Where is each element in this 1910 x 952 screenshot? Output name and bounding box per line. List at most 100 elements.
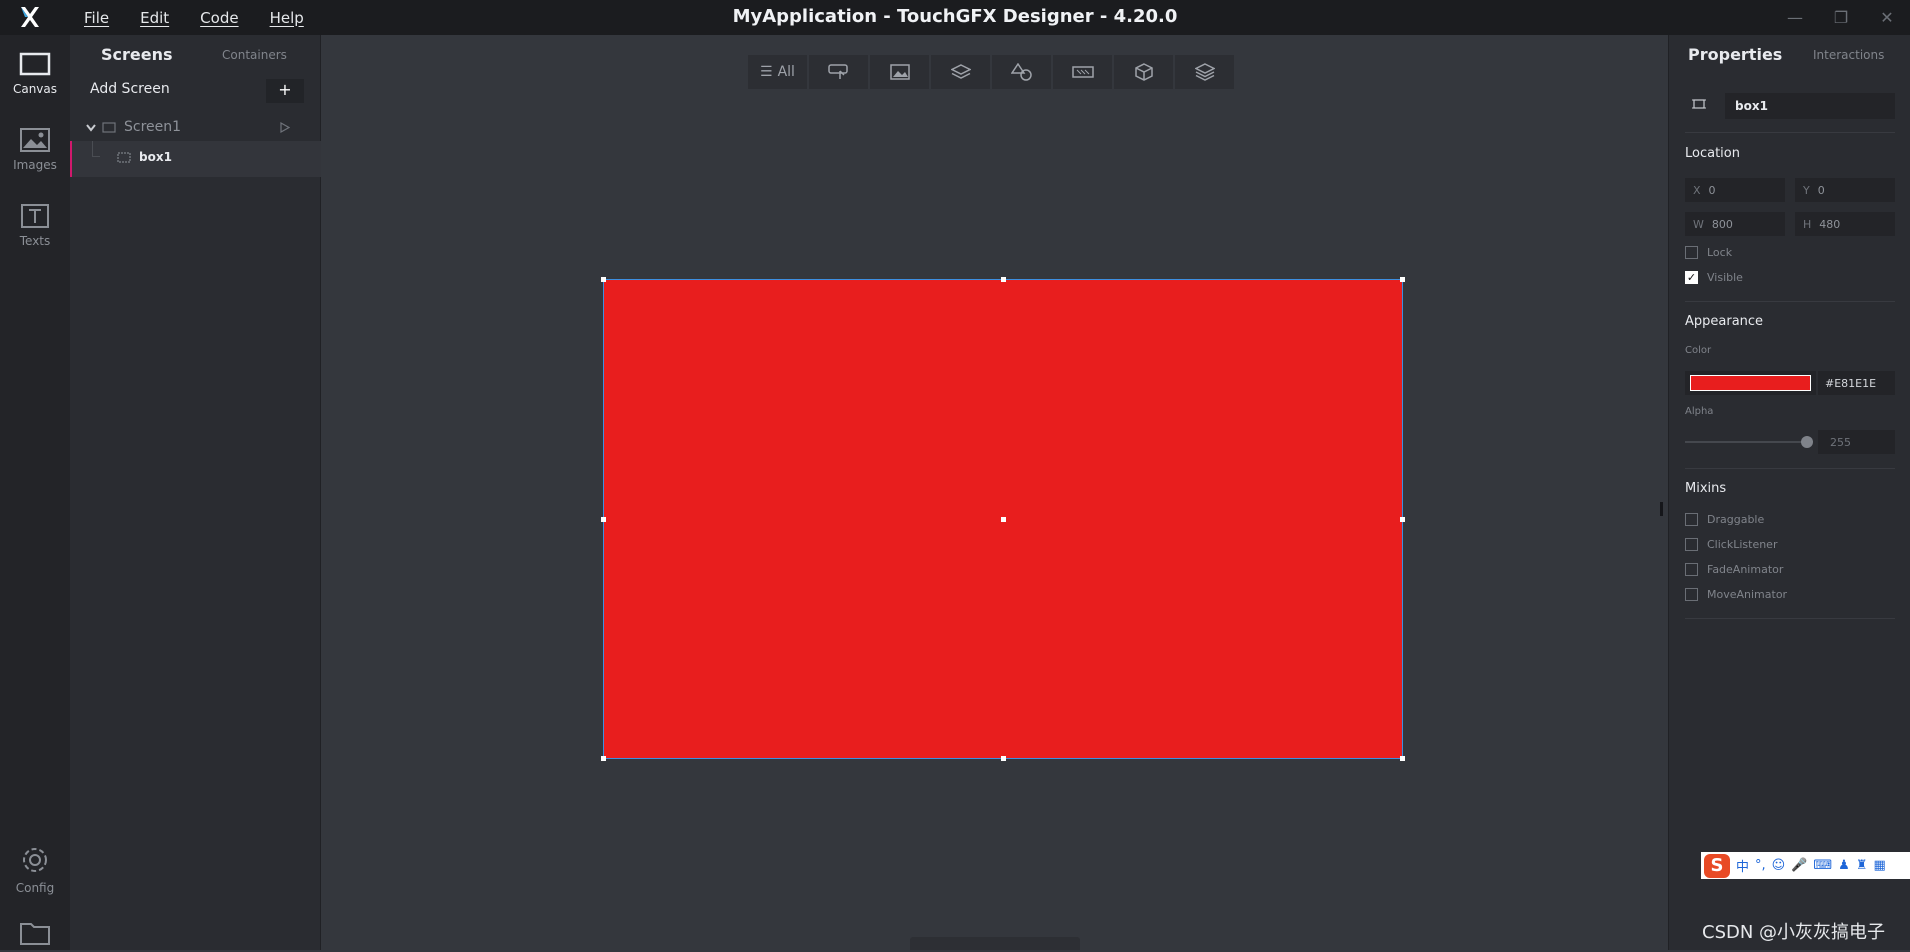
y-value: 0 <box>1817 184 1825 197</box>
nav-images[interactable]: Images <box>0 128 70 172</box>
play-icon[interactable] <box>280 122 290 133</box>
skin-icon[interactable]: ♜ <box>1856 858 1868 873</box>
nav-texts[interactable]: Texts <box>0 204 70 248</box>
y-field[interactable]: Y0 <box>1795 178 1895 202</box>
properties-panel: Properties Interactions box1 Location X0… <box>1668 35 1910 950</box>
center-handle[interactable] <box>1001 517 1006 522</box>
visible-checkbox[interactable]: ✓ Visible <box>1685 271 1743 284</box>
tree-label-box1: box1 <box>139 150 172 164</box>
x-label: X <box>1693 184 1701 197</box>
resize-handle-bottom-left[interactable] <box>601 756 606 761</box>
add-screen-button[interactable]: + <box>266 79 304 103</box>
maximize-button[interactable]: ❐ <box>1818 0 1864 35</box>
punctuation-icon[interactable]: °, <box>1755 858 1766 873</box>
minimize-button[interactable]: — <box>1772 0 1818 35</box>
tab-properties[interactable]: Properties <box>1688 45 1782 64</box>
resize-handle-bottom[interactable] <box>1001 756 1006 761</box>
tab-interactions[interactable]: Interactions <box>1813 48 1884 62</box>
nav-canvas[interactable]: Canvas <box>0 52 70 96</box>
box-icon <box>1692 99 1706 109</box>
nav-images-label: Images <box>13 158 57 172</box>
alpha-slider-knob[interactable] <box>1801 436 1813 448</box>
resize-handle-top-left[interactable] <box>601 277 606 282</box>
ime-mode-label[interactable]: 中 <box>1736 856 1749 875</box>
mixin-label: MoveAnimator <box>1707 588 1788 601</box>
widget-filter-toolbar: ☰ All <box>748 55 1236 89</box>
nav-texts-label: Texts <box>19 234 51 248</box>
height-field[interactable]: H 480 <box>1795 212 1895 236</box>
tree-item-screen1[interactable]: Screen1 <box>70 112 321 144</box>
screens-panel: Screens Containers Add Screen + Screen1 … <box>70 35 321 950</box>
tree-label-screen1: Screen1 <box>124 119 182 135</box>
watermark: CSDN @小灰灰搞电子 <box>1702 922 1886 943</box>
filter-image-button[interactable] <box>870 55 931 89</box>
fadeanimator-checkbox[interactable]: FadeAnimator <box>1685 563 1783 576</box>
alpha-value-field[interactable]: 255 <box>1818 430 1895 454</box>
add-screen-label: Add Screen <box>90 81 170 97</box>
filter-stack-button[interactable] <box>1175 55 1236 89</box>
filter-all-button[interactable]: ☰ All <box>748 55 809 89</box>
window-title: MyApplication - TouchGFX Designer - 4.20… <box>732 6 1178 27</box>
box-icon <box>117 152 131 163</box>
mixin-label: Draggable <box>1707 513 1765 526</box>
filter-all-label: All <box>777 64 795 80</box>
resize-handle-top[interactable] <box>1001 277 1006 282</box>
gear-icon <box>23 848 47 872</box>
nav-config-label: Config <box>15 881 55 895</box>
nav-folder[interactable] <box>0 920 70 952</box>
divider <box>1685 468 1895 469</box>
microphone-icon[interactable]: 🎤 <box>1791 858 1807 873</box>
sogou-logo: S <box>1704 853 1730 878</box>
cube-icon <box>1134 63 1153 81</box>
user-icon[interactable]: ♟ <box>1838 858 1850 873</box>
resize-handle-right[interactable] <box>1400 517 1405 522</box>
filter-keyboard-button[interactable] <box>1053 55 1114 89</box>
h-value: 480 <box>1819 218 1841 231</box>
alpha-slider-track[interactable] <box>1685 441 1809 443</box>
nav-config[interactable]: Config <box>0 845 70 895</box>
draggable-checkbox[interactable]: Draggable <box>1685 513 1764 526</box>
title-bar: File Edit Code Help MyApplication - Touc… <box>0 0 1910 35</box>
emoji-icon[interactable]: ☺ <box>1772 858 1786 873</box>
resize-handle-left[interactable] <box>601 517 606 522</box>
list-icon: ☰ <box>760 64 773 80</box>
close-button[interactable]: ✕ <box>1864 0 1910 35</box>
checkmark-icon: ✓ <box>1685 271 1698 284</box>
touch-icon <box>827 64 848 79</box>
grid-icon[interactable]: ▦ <box>1873 858 1885 873</box>
color-hex-field[interactable]: #E81E1E <box>1818 371 1895 395</box>
zoom-controls[interactable] <box>910 937 1080 950</box>
ime-toolbar[interactable]: S 中 °, ☺ 🎤 ⌨ ♟ ♜ ▦ <box>1701 852 1910 879</box>
checkbox-box <box>1685 588 1698 601</box>
h-label: H <box>1803 218 1812 231</box>
filter-shapes-button[interactable] <box>992 55 1053 89</box>
image-icon <box>889 64 910 80</box>
mixin-label: FadeAnimator <box>1707 563 1784 576</box>
canvas-box1[interactable] <box>601 277 1405 761</box>
keyboard-icon[interactable]: ⌨ <box>1813 858 1832 873</box>
resize-handle-top-right[interactable] <box>1400 277 1405 282</box>
checkbox-box <box>1685 513 1698 526</box>
widget-name-field[interactable]: box1 <box>1725 93 1895 119</box>
tree-connector <box>92 141 100 157</box>
filter-3d-button[interactable] <box>1114 55 1175 89</box>
width-field[interactable]: W 800 <box>1685 212 1785 236</box>
filter-interaction-button[interactable] <box>809 55 870 89</box>
tree-item-box1[interactable]: box1 <box>70 141 321 177</box>
panel-splitter[interactable] <box>1660 502 1663 516</box>
divider <box>1685 618 1895 619</box>
resize-handle-bottom-right[interactable] <box>1400 756 1405 761</box>
image-icon <box>20 128 50 152</box>
nav-canvas-label: Canvas <box>12 82 58 96</box>
filter-layers-button[interactable] <box>931 55 992 89</box>
lock-checkbox[interactable]: Lock <box>1685 246 1732 259</box>
color-picker[interactable] <box>1685 371 1816 395</box>
tab-containers[interactable]: Containers <box>222 48 287 62</box>
shapes-icon <box>1010 63 1032 81</box>
appearance-title: Appearance <box>1685 314 1764 329</box>
clicklistener-checkbox[interactable]: ClickListener <box>1685 538 1777 551</box>
x-field[interactable]: X0 <box>1685 178 1785 202</box>
moveanimator-checkbox[interactable]: MoveAnimator <box>1685 588 1787 601</box>
tab-screens[interactable]: Screens <box>101 45 173 64</box>
lock-label: Lock <box>1707 246 1733 259</box>
